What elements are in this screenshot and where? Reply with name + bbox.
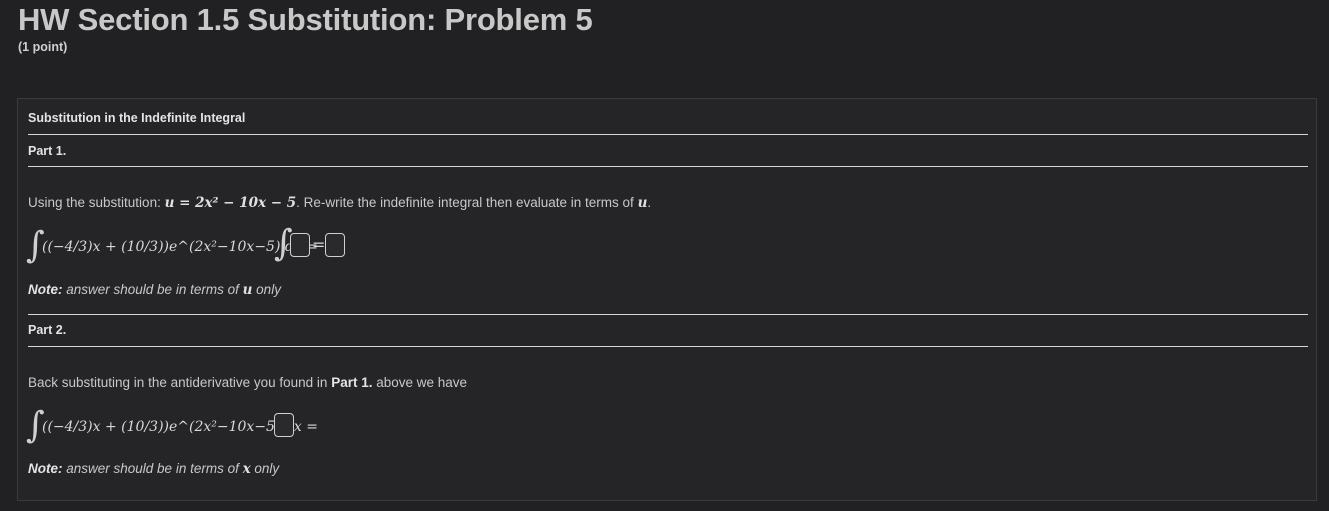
- divider: [28, 166, 1308, 167]
- part2-answer-box[interactable]: [274, 413, 294, 437]
- page-title: HW Section 1.5 Substitution: Problem 5: [18, 2, 593, 37]
- problem-panel: Substitution in the Indefinite Integral …: [17, 98, 1317, 501]
- part2-integral: ∫ ((−4/3)x + (10/3))e^(2x²−10x−5) dx =: [26, 405, 318, 446]
- substitution-expression: u = 2x² − 10x − 5: [164, 195, 297, 211]
- divider: [28, 134, 1308, 135]
- equals-sign: =: [312, 235, 326, 254]
- part1-answer-box-2[interactable]: [325, 233, 345, 257]
- part1-answer-box-1[interactable]: [290, 233, 310, 257]
- point-value: (1 point): [18, 40, 68, 54]
- part2-instructions: Back substituting in the antiderivative …: [28, 375, 468, 390]
- problem-heading: Substitution in the Indefinite Integral: [28, 111, 246, 125]
- divider: [28, 346, 1308, 347]
- integral-sign: ∫: [274, 223, 293, 264]
- part2-note: Note: answer should be in terms of x onl…: [28, 461, 280, 477]
- part1-note: Note: answer should be in terms of u onl…: [28, 282, 281, 298]
- part1-label: Part 1.: [28, 144, 67, 158]
- divider: [28, 314, 1308, 315]
- part1-instructions: Using the substitution: u = 2x² − 10x − …: [28, 195, 652, 211]
- part2-label: Part 2.: [28, 323, 67, 337]
